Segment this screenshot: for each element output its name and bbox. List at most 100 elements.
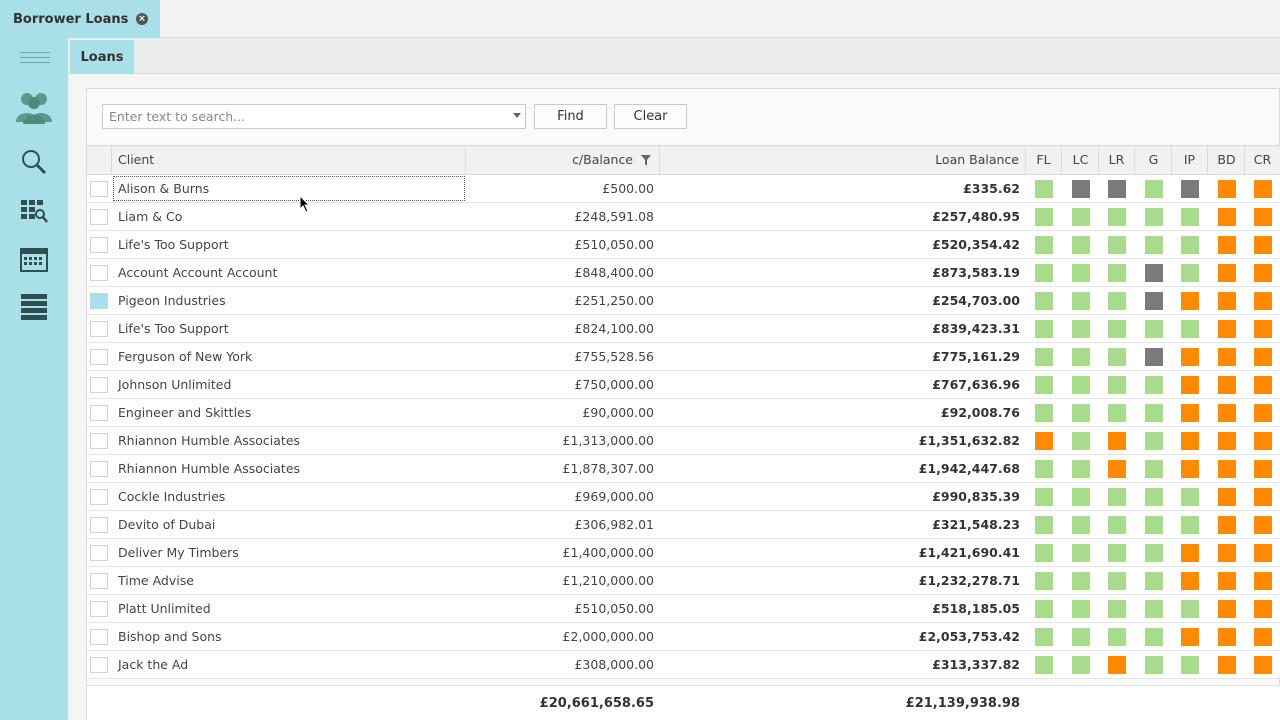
hamburger-menu-icon[interactable] [20,52,50,66]
flag-ip-indicator [1181,180,1199,198]
header-flag-lc[interactable]: LC [1063,146,1099,175]
row-checkbox[interactable] [90,517,108,533]
calendar-icon[interactable] [14,241,54,279]
users-icon[interactable] [14,88,54,126]
cell-client[interactable]: Engineer and Skittles [112,399,466,426]
row-checkbox[interactable] [90,293,108,309]
loans-grid: Client c/Balance Loan Balance FL LC LR G IP B… [87,145,1280,679]
flag-fl-indicator [1035,292,1053,310]
find-button[interactable]: Find [534,104,607,129]
row-checkbox[interactable] [90,545,108,561]
grid-search-icon[interactable] [14,192,54,230]
table-row[interactable]: Jack the Ad £308,000.00 £313,337.82 [87,651,1280,679]
cell-client[interactable]: Platt Unlimited [112,595,466,622]
header-loan-balance[interactable]: Loan Balance [660,146,1026,175]
sidebar [0,38,68,720]
row-checkbox[interactable] [90,237,108,253]
cell-loan-balance: £873,583.19 [932,265,1020,280]
header-select[interactable] [87,146,112,175]
tab-label: Borrower Loans [13,11,129,27]
cell-client[interactable]: Johnson Unlimited [112,371,466,398]
cell-cbalance: £308,000.00 [574,657,654,672]
flag-lc-indicator [1072,180,1090,198]
header-flag-fl[interactable]: FL [1026,146,1062,175]
header-flag-cr[interactable]: CR [1245,146,1280,175]
cell-client[interactable]: Alison & Burns [112,175,466,202]
row-checkbox[interactable] [90,657,108,673]
search-icon[interactable] [14,143,54,181]
row-checkbox[interactable] [90,209,108,225]
row-checkbox[interactable] [90,181,108,197]
row-checkbox[interactable] [90,265,108,281]
table-row[interactable]: Life's Too Support £510,050.00 £520,354.42 [87,231,1280,259]
table-row[interactable]: Engineer and Skittles £90,000.00 £92,008.7… [87,399,1280,427]
table-row[interactable]: Alison & Burns £500.00 £335.62 [87,175,1280,203]
row-checkbox[interactable] [90,573,108,589]
table-row[interactable]: Cockle Industries £969,000.00 £990,835.39 [87,483,1280,511]
table-row[interactable]: Platt Unlimited £510,050.00 £518,185.05 [87,595,1280,623]
row-checkbox[interactable] [90,349,108,365]
tab-loans[interactable]: Loans [70,40,134,74]
table-row[interactable]: Ferguson of New York £755,528.56 £775,161.… [87,343,1280,371]
row-checkbox[interactable] [90,601,108,617]
table-row[interactable]: Account Account Account £848,400.00 £873,5… [87,259,1280,287]
table-row[interactable]: Rhiannon Humble Associates £1,878,307.00 £… [87,455,1280,483]
flag-cr-indicator [1254,404,1272,422]
table-row[interactable]: Johnson Unlimited £750,000.00 £767,636.96 [87,371,1280,399]
table-row[interactable]: Time Advise £1,210,000.00 £1,232,278.71 [87,567,1280,595]
close-icon[interactable]: × [136,13,148,25]
flag-bd-indicator [1218,572,1236,590]
flag-cr-indicator [1254,348,1272,366]
flag-ip-indicator [1181,600,1199,618]
row-checkbox[interactable] [90,321,108,337]
cell-loan-balance: £313,337.82 [932,657,1020,672]
row-checkbox[interactable] [90,405,108,421]
cell-client[interactable]: Time Advise [112,567,466,594]
row-checkbox[interactable] [90,629,108,645]
cell-client[interactable]: Rhiannon Humble Associates [112,427,466,454]
cell-client[interactable]: Rhiannon Humble Associates [112,455,466,482]
row-checkbox[interactable] [90,489,108,505]
cell-client[interactable]: Devito of Dubai [112,511,466,538]
flag-ip-indicator [1181,208,1199,226]
search-input[interactable] [103,105,498,128]
row-checkbox[interactable] [90,433,108,449]
filter-icon[interactable] [641,155,651,166]
cell-cbalance: £750,000.00 [574,377,654,392]
cell-client[interactable]: Pigeon Industries [112,287,466,314]
flag-bd-indicator [1218,488,1236,506]
cell-client[interactable]: Account Account Account [112,259,466,286]
table-row[interactable]: Rhiannon Humble Associates £1,313,000.00 £… [87,427,1280,455]
list-icon[interactable] [14,288,54,326]
chevron-down-icon[interactable] [513,113,521,118]
flag-lr-indicator [1108,236,1126,254]
table-row[interactable]: Deliver My Timbers £1,400,000.00 £1,421,69… [87,539,1280,567]
cell-client[interactable]: Deliver My Timbers [112,539,466,566]
header-flag-g[interactable]: G [1136,146,1172,175]
cell-client[interactable]: Life's Too Support [112,315,466,342]
header-flag-bd[interactable]: BD [1209,146,1245,175]
header-flag-lr[interactable]: LR [1099,146,1135,175]
cell-client[interactable]: Liam & Co [112,203,466,230]
header-flag-ip[interactable]: IP [1172,146,1208,175]
cell-client[interactable]: Jack the Ad [112,651,466,678]
row-checkbox[interactable] [90,377,108,393]
flag-cr-indicator [1254,460,1272,478]
header-client[interactable]: Client [112,146,466,175]
cell-client[interactable]: Cockle Industries [112,483,466,510]
table-row[interactable]: Life's Too Support £824,100.00 £839,423.31 [87,315,1280,343]
tab-borrower-loans[interactable]: Borrower Loans × [0,0,160,38]
clear-button[interactable]: Clear [614,104,687,129]
cell-client[interactable]: Ferguson of New York [112,343,466,370]
table-row[interactable]: Pigeon Industries £251,250.00 £254,703.00 [87,287,1280,315]
search-field[interactable] [102,104,526,129]
flag-cr-indicator [1254,516,1272,534]
cell-client[interactable]: Bishop and Sons [112,623,466,650]
table-row[interactable]: Bishop and Sons £2,000,000.00 £2,053,753.4… [87,623,1280,651]
table-row[interactable]: Liam & Co £248,591.08 £257,480.95 [87,203,1280,231]
header-cbalance[interactable]: c/Balance [466,146,660,175]
flag-fl-indicator [1035,180,1053,198]
cell-client[interactable]: Life's Too Support [112,231,466,258]
table-row[interactable]: Devito of Dubai £306,982.01 £321,548.23 [87,511,1280,539]
row-checkbox[interactable] [90,461,108,477]
